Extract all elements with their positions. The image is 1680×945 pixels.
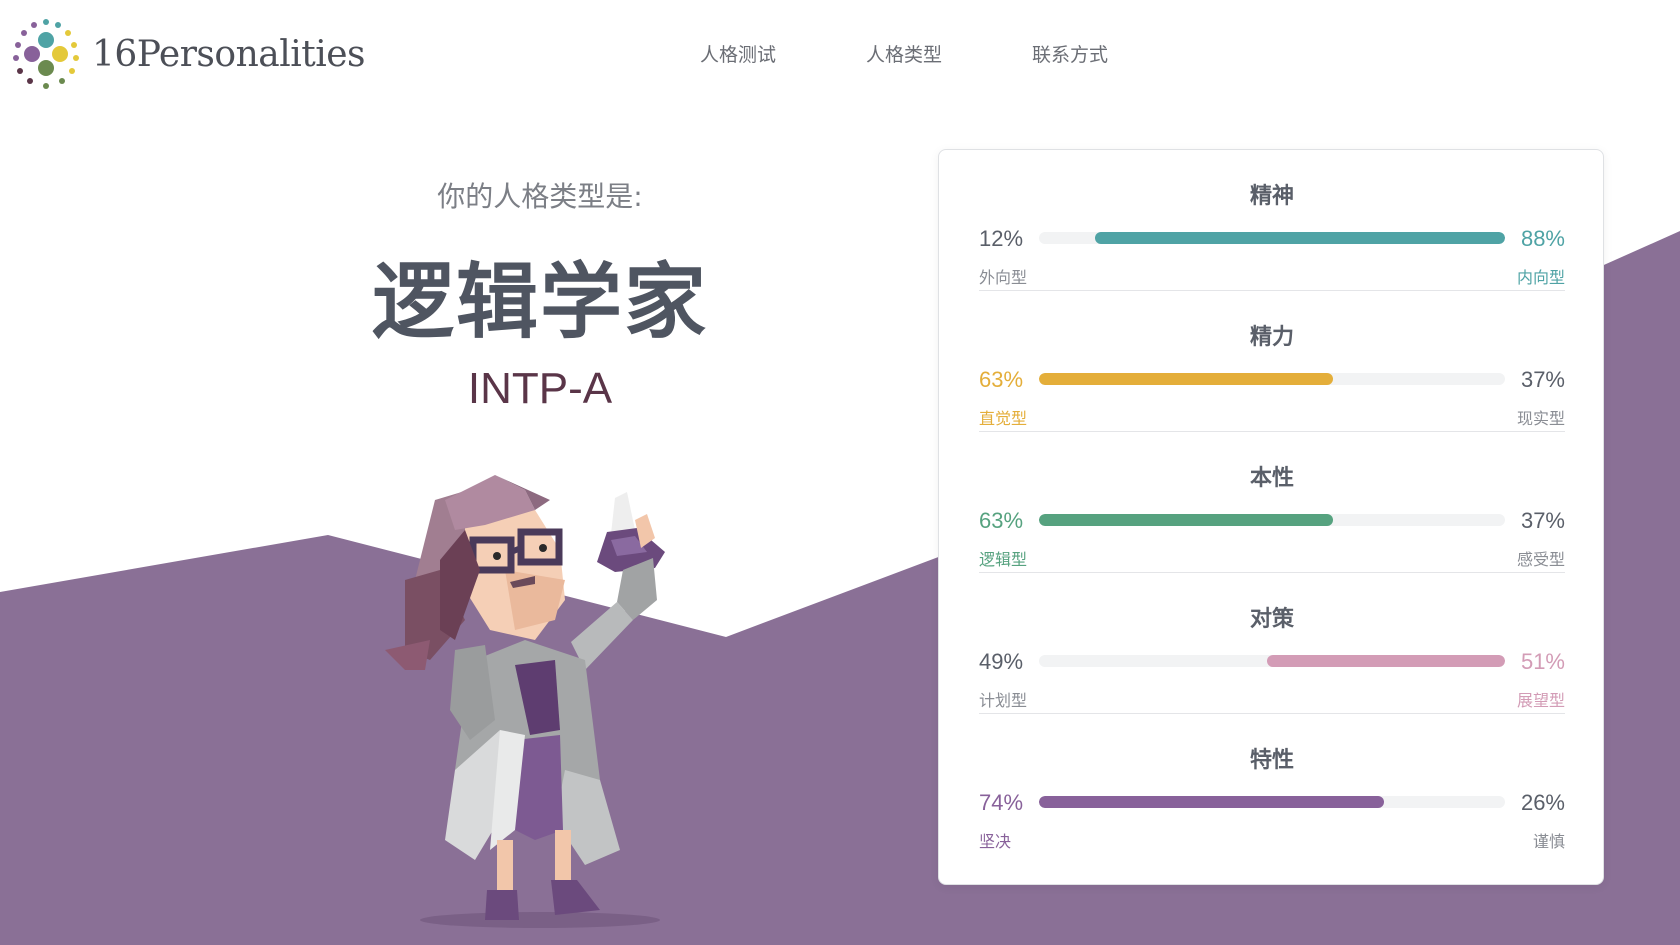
nav-item-contact[interactable]: 联系方式 xyxy=(1032,40,1108,67)
main-nav: 人格测试 人格类型 联系方式 xyxy=(700,40,1198,67)
trait-bar xyxy=(1039,655,1505,667)
trait-bar xyxy=(1039,232,1505,244)
trait-title: 精神 xyxy=(1249,184,1294,209)
trait-right-label: 现实型 xyxy=(1516,409,1565,428)
trait-right-percent: 88% xyxy=(1520,226,1565,251)
brand-name: 16Personalities xyxy=(92,33,366,75)
trait-row-mind: 精神 12% 88% 外向型 内向型 xyxy=(979,150,1565,291)
trait-left-percent: 74% xyxy=(979,790,1024,815)
trait-row-tactics: 对策 49% 51% 计划型 展望型 xyxy=(979,573,1565,714)
nav-item-types[interactable]: 人格类型 xyxy=(866,40,942,67)
trait-title: 对策 xyxy=(1249,607,1294,632)
trait-right-percent: 37% xyxy=(1520,508,1565,533)
scientist-illustration xyxy=(385,475,665,928)
trait-title: 特性 xyxy=(1249,748,1294,773)
trait-left-label: 直觉型 xyxy=(979,409,1028,428)
trait-bar-fill xyxy=(1039,373,1333,385)
nav-item-test[interactable]: 人格测试 xyxy=(700,40,776,67)
result-heading: 你的人格类型是: 逻辑学家 INTP-A xyxy=(340,175,740,414)
trait-bar-fill xyxy=(1267,655,1505,667)
trait-bar xyxy=(1039,514,1505,526)
trait-bar-fill xyxy=(1039,514,1333,526)
trait-left-percent: 49% xyxy=(979,649,1024,674)
trait-right-percent: 26% xyxy=(1520,790,1565,815)
site-header: 16Personalities 人格测试 人格类型 联系方式 xyxy=(0,0,1680,110)
trait-left-label: 坚决 xyxy=(979,832,1012,851)
trait-left-percent: 12% xyxy=(979,226,1024,251)
trait-right-label: 谨慎 xyxy=(1532,832,1565,851)
trait-right-percent: 51% xyxy=(1520,649,1565,674)
trait-left-label: 外向型 xyxy=(979,268,1028,287)
trait-bar-fill xyxy=(1039,796,1384,808)
trait-title: 本性 xyxy=(1249,466,1294,491)
trait-left-percent: 63% xyxy=(979,508,1024,533)
trait-title: 精力 xyxy=(1249,325,1294,350)
trait-right-label: 感受型 xyxy=(1516,550,1565,569)
trait-left-label: 计划型 xyxy=(979,691,1028,710)
trait-left-percent: 63% xyxy=(979,367,1024,392)
trait-row-energy: 精力 63% 37% 直觉型 现实型 xyxy=(979,291,1565,432)
trait-right-percent: 37% xyxy=(1520,367,1565,392)
trait-card: 精神 12% 88% 外向型 内向型精力 63% 37% 直觉型 现实型本性 63% 37% 逻辑型 感… xyxy=(938,149,1604,885)
result-intro: 你的人格类型是: xyxy=(437,180,643,213)
personality-type-name: 逻辑学家 xyxy=(371,255,708,350)
personality-type-code: INTP-A xyxy=(467,364,613,413)
trait-right-label: 内向型 xyxy=(1516,268,1565,287)
logo-icon xyxy=(13,19,79,89)
trait-bar xyxy=(1039,796,1505,808)
trait-right-label: 展望型 xyxy=(1516,691,1565,710)
trait-row-nature: 本性 63% 37% 逻辑型 感受型 xyxy=(979,432,1565,573)
trait-row-identity: 特性 74% 26% 坚决 谨慎 xyxy=(979,714,1565,855)
trait-bar xyxy=(1039,373,1505,385)
trait-bar-fill xyxy=(1094,232,1505,244)
trait-left-label: 逻辑型 xyxy=(979,550,1028,569)
brand-logo[interactable]: 16Personalities xyxy=(10,18,366,90)
